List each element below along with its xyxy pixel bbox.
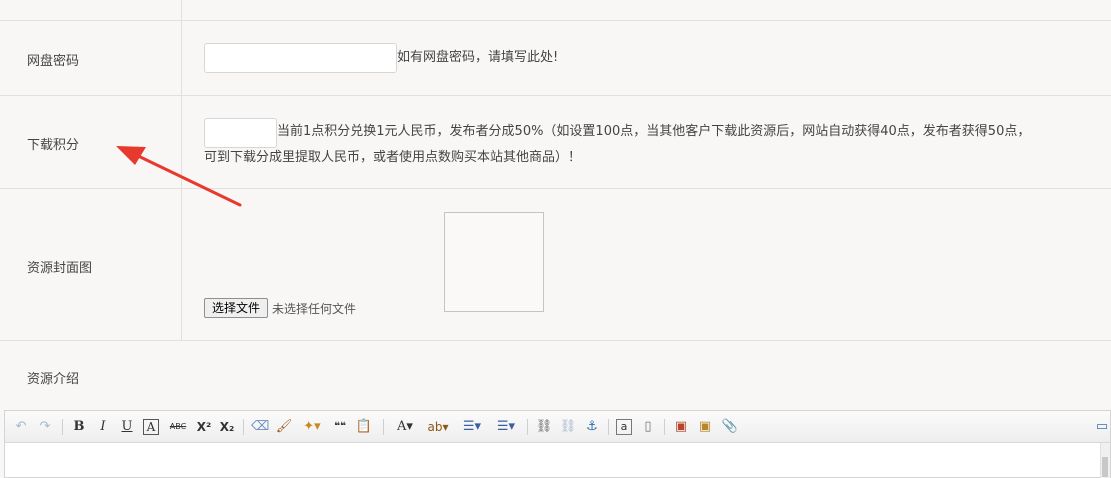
background-color-icon[interactable]: ab▾ [423, 418, 453, 436]
strikethrough-icon[interactable]: ABC [167, 418, 189, 436]
unlink-icon[interactable]: ⛓ [559, 418, 577, 436]
toolbar-separator [62, 419, 63, 435]
pan-password-input[interactable] [204, 43, 397, 73]
column-divider [181, 0, 182, 340]
download-points-label: 下载积分 [27, 138, 80, 153]
pan-password-hint: 如有网盘密码，请填写此处! [397, 50, 559, 65]
image-icon[interactable]: ▣ [672, 418, 690, 436]
rich-text-editor: ↶ ↷ B I U A ABC X² X₂ ⌫ 🖌 ✦▾ ❝❝ 📋 A▾ ab▾… [4, 410, 1111, 478]
underline-icon[interactable]: U [119, 418, 135, 436]
description-label: 资源介绍 [27, 372, 80, 387]
page-icon[interactable]: ▯ [640, 418, 656, 436]
file-status-text: 未选择任何文件 [272, 302, 357, 316]
download-points-hint-line2: 可到下载分成里提取人民币，或者使用点数购买本站其他商品）！ [204, 150, 582, 165]
row-divider [0, 20, 1111, 21]
toolbar-separator [664, 419, 665, 435]
row-divider [0, 188, 1111, 189]
editor-content-area[interactable] [5, 443, 1101, 478]
row-divider [0, 95, 1111, 96]
annotation-arrow [116, 146, 242, 207]
choose-file-button[interactable]: 选择文件 [204, 298, 268, 318]
pan-password-label: 网盘密码 [27, 54, 80, 69]
font-border-icon[interactable]: A [143, 419, 159, 435]
cover-image-label: 资源封面图 [27, 261, 93, 276]
editor-toolbar: ↶ ↷ B I U A ABC X² X₂ ⌫ 🖌 ✦▾ ❝❝ 📋 A▾ ab▾… [5, 411, 1110, 443]
bold-icon[interactable]: B [71, 418, 87, 436]
subscript-icon[interactable]: X₂ [218, 418, 236, 436]
attachment-icon[interactable]: 📎 [721, 418, 739, 436]
editor-scrollbar[interactable] [1100, 443, 1110, 478]
quote-icon[interactable]: ❝❝ [331, 418, 349, 436]
toolbar-separator [608, 419, 609, 435]
cover-image-preview [444, 212, 544, 312]
eraser-icon[interactable]: ⌫ [251, 418, 269, 436]
toolbar-separator [527, 419, 528, 435]
redo-icon[interactable]: ↷ [37, 418, 53, 436]
ordered-list-icon[interactable]: ☰▾ [457, 418, 487, 436]
auto-format-icon[interactable]: ✦▾ [299, 418, 325, 436]
upload-form: 网盘密码 如有网盘密码，请填写此处! 下载积分 当前1点积分兑换1元人民币，发布… [0, 0, 1111, 478]
toolbar-separator [383, 419, 384, 435]
row-divider [0, 340, 1111, 341]
superscript-icon[interactable]: X² [195, 418, 213, 436]
multi-image-icon[interactable]: ▣ [696, 418, 714, 436]
download-points-input[interactable] [204, 118, 277, 148]
format-painter-icon[interactable]: 🖌 [275, 418, 293, 436]
toolbar-separator [243, 419, 244, 435]
undo-icon[interactable]: ↶ [13, 418, 29, 436]
scrollbar-thumb[interactable] [1102, 457, 1108, 477]
download-points-hint-line1: 当前1点积分兑换1元人民币，发布者分成50%（如设置100点，当其他客户下载此资… [277, 124, 1031, 139]
anchor-icon[interactable]: ⚓ [583, 418, 601, 436]
link-icon[interactable]: ⛓ [535, 418, 553, 436]
amazon-icon[interactable]: a [616, 419, 632, 435]
paste-plain-icon[interactable]: 📋 [355, 418, 373, 436]
italic-icon[interactable]: I [95, 418, 111, 436]
unordered-list-icon[interactable]: ☰▾ [491, 418, 521, 436]
fullscreen-icon[interactable]: ▭ [1094, 418, 1110, 436]
font-color-icon[interactable]: A▾ [391, 418, 419, 436]
